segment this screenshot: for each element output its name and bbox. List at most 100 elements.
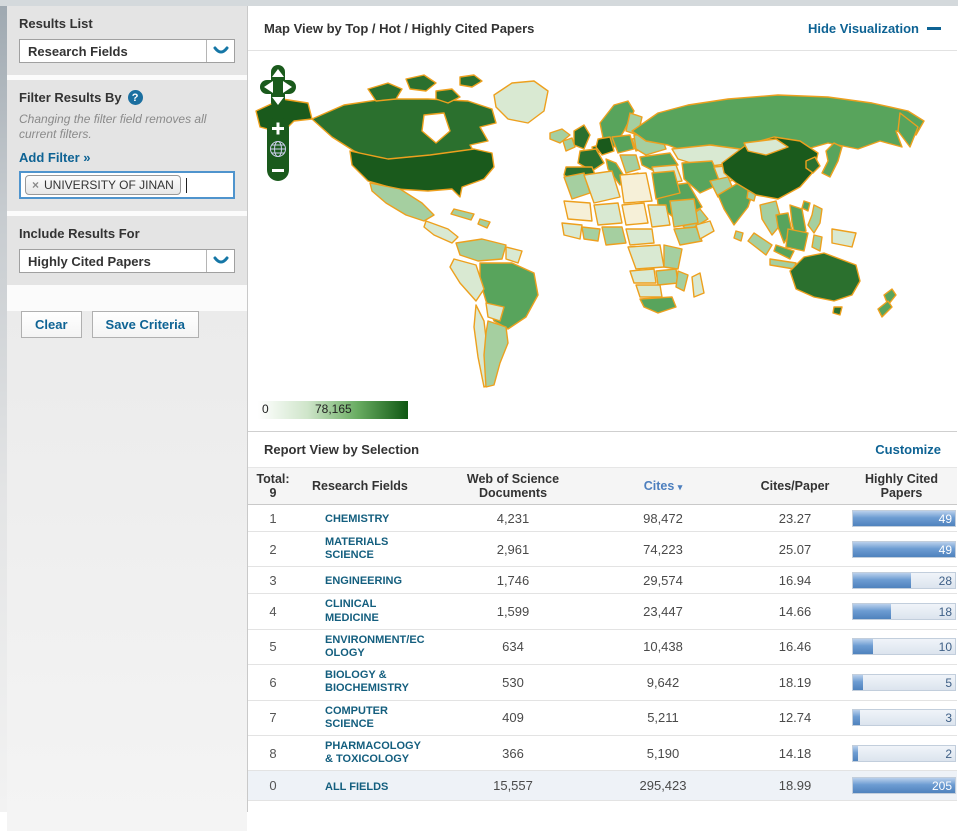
poland-region[interactable] bbox=[611, 134, 635, 154]
uk-region[interactable] bbox=[573, 124, 591, 150]
collapse-icon bbox=[927, 26, 941, 30]
highly-cited-papers-cell: 28 bbox=[852, 571, 957, 589]
angola-region[interactable] bbox=[629, 268, 657, 284]
chevron-down-icon[interactable] bbox=[206, 250, 234, 272]
wos-documents-cell: 530 bbox=[502, 674, 524, 690]
hcp-bar-track: 2 bbox=[852, 744, 956, 762]
map-pan-control[interactable] bbox=[260, 65, 296, 109]
southafrica-region[interactable] bbox=[639, 296, 677, 314]
column-header-wos-documents[interactable]: Web of Science Documents bbox=[438, 472, 588, 501]
ireland-region[interactable] bbox=[562, 137, 576, 152]
mauritania-region[interactable] bbox=[563, 200, 593, 222]
save-criteria-button[interactable]: Save Criteria bbox=[91, 311, 200, 338]
japan-region[interactable] bbox=[821, 142, 843, 178]
somalia-region[interactable] bbox=[695, 220, 715, 240]
philippines-region[interactable] bbox=[807, 204, 823, 234]
column-header-cites-per-paper[interactable]: Cites/Paper bbox=[738, 479, 852, 493]
guyanas-region[interactable] bbox=[505, 246, 523, 264]
mozambique-region[interactable] bbox=[675, 270, 689, 292]
tasmania-region[interactable] bbox=[832, 306, 843, 316]
hcp-bar-track: 18 bbox=[852, 603, 956, 621]
nz2-region[interactable] bbox=[877, 300, 893, 318]
research-field-link[interactable]: BIOLOGY & BIOCHEMISTRY bbox=[325, 669, 425, 695]
wos-documents-cell: 366 bbox=[502, 745, 524, 761]
bolivia-region[interactable] bbox=[485, 302, 505, 322]
sulawesi-region[interactable] bbox=[811, 234, 823, 252]
wos-documents-cell: 15,557 bbox=[493, 778, 533, 794]
chad-region[interactable] bbox=[647, 204, 671, 228]
results-list-label: Results List bbox=[19, 16, 93, 31]
hcp-bar-track: 28 bbox=[852, 571, 956, 589]
rank-cell: 0 bbox=[269, 778, 277, 794]
libya-region[interactable] bbox=[619, 172, 653, 204]
include-results-dropdown[interactable]: Highly Cited Papers bbox=[19, 249, 235, 273]
peru-region[interactable] bbox=[449, 258, 485, 302]
namibia-region[interactable] bbox=[635, 284, 663, 298]
madagascar-region[interactable] bbox=[691, 272, 705, 298]
balkans-region[interactable] bbox=[619, 154, 641, 174]
brazil-region[interactable] bbox=[479, 262, 539, 330]
srilanka-region[interactable] bbox=[733, 230, 744, 242]
cites-cell: 9,642 bbox=[646, 674, 680, 690]
arctic4-region[interactable] bbox=[459, 74, 483, 88]
cuba-region[interactable] bbox=[450, 208, 475, 221]
sumatra-region[interactable] bbox=[747, 232, 773, 256]
mali-region[interactable] bbox=[593, 202, 623, 226]
camerica-region[interactable] bbox=[423, 220, 459, 244]
borneo-region[interactable] bbox=[785, 228, 809, 252]
sudan-region[interactable] bbox=[669, 198, 699, 228]
taiwan-region[interactable] bbox=[801, 200, 811, 212]
remove-filter-icon[interactable]: × bbox=[32, 178, 39, 192]
chevron-down-icon[interactable] bbox=[206, 40, 234, 62]
clear-button[interactable]: Clear bbox=[21, 311, 82, 338]
kenya-region[interactable] bbox=[663, 244, 683, 270]
hcp-value: 10 bbox=[938, 640, 952, 655]
customize-link[interactable]: Customize bbox=[875, 442, 941, 457]
arctic2-region[interactable] bbox=[405, 74, 437, 92]
cites-per-paper-cell: 12.74 bbox=[778, 710, 812, 726]
add-filter-link[interactable]: Add Filter » bbox=[19, 150, 91, 165]
field-cell: ALL FIELDS bbox=[298, 778, 438, 794]
niger-region[interactable] bbox=[621, 202, 649, 226]
research-field-link[interactable]: MATERIALS SCIENCE bbox=[325, 536, 425, 562]
hcp-value: 205 bbox=[931, 779, 952, 794]
research-field-link[interactable]: CHEMISTRY bbox=[325, 513, 425, 526]
java-region[interactable] bbox=[769, 258, 797, 270]
cites-per-paper-cell: 23.27 bbox=[778, 510, 812, 526]
filter-input[interactable]: × UNIVERSITY OF JINAN bbox=[19, 171, 235, 199]
column-header-highly-cited-papers[interactable]: Highly Cited Papers bbox=[852, 472, 957, 501]
zambia-region[interactable] bbox=[655, 268, 679, 286]
australia-region[interactable] bbox=[789, 252, 861, 302]
drc-region[interactable] bbox=[627, 244, 665, 270]
hide-visualization-link[interactable]: Hide Visualization bbox=[808, 21, 941, 36]
help-icon[interactable]: ? bbox=[127, 90, 143, 105]
cameroon-region[interactable] bbox=[625, 228, 655, 246]
colombia-region[interactable] bbox=[455, 238, 507, 262]
greenland-region[interactable] bbox=[493, 80, 549, 124]
nigeria-region[interactable] bbox=[601, 226, 627, 246]
cites-per-paper-cell: 14.18 bbox=[778, 745, 812, 761]
senegal-region[interactable] bbox=[561, 222, 583, 240]
argentina-region[interactable] bbox=[483, 320, 509, 388]
research-field-link[interactable]: COMPUTER SCIENCE bbox=[325, 705, 425, 731]
research-field-link[interactable]: ALL FIELDS bbox=[325, 781, 425, 794]
ghana-region[interactable] bbox=[581, 226, 601, 242]
map-zoom-control[interactable] bbox=[267, 117, 289, 181]
arctic1-region[interactable] bbox=[367, 82, 403, 102]
research-field-link[interactable]: ENVIRONMENT/ECOLOGY bbox=[325, 634, 425, 660]
column-header-research-fields[interactable]: Research Fields bbox=[298, 479, 438, 493]
rank-cell: 4 bbox=[269, 604, 277, 620]
hispaniola-region[interactable] bbox=[477, 218, 491, 229]
cites-cell: 23,447 bbox=[643, 604, 683, 620]
research-field-link[interactable]: PHARMACOLOGY & TOXICOLOGY bbox=[325, 740, 425, 766]
cites-cell: 5,211 bbox=[647, 710, 679, 726]
table-row: 8 PHARMACOLOGY & TOXICOLOGY 366 5,190 14.18 2 bbox=[248, 736, 957, 772]
world-choropleth-map[interactable] bbox=[248, 55, 957, 395]
newguinea-region[interactable] bbox=[831, 228, 857, 248]
column-header-cites-sorted[interactable]: Cites ▾ bbox=[588, 479, 738, 493]
results-list-dropdown[interactable]: Research Fields bbox=[19, 39, 235, 63]
research-field-link[interactable]: CLINICAL MEDICINE bbox=[325, 598, 425, 624]
include-results-section: Include Results For Highly Cited Papers bbox=[7, 216, 247, 285]
research-field-link[interactable]: ENGINEERING bbox=[325, 575, 425, 588]
field-cell: MATERIALS SCIENCE bbox=[298, 536, 438, 562]
